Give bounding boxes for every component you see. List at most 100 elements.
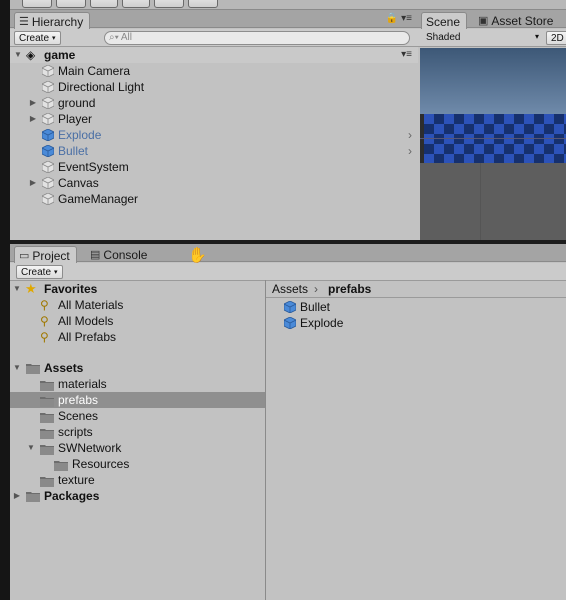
tab-console[interactable]: ▤ Console: [86, 246, 153, 263]
project-content-area: Assets › prefabs Bullet Explode: [266, 281, 566, 600]
hierarchy-item-label: Explode: [58, 128, 102, 142]
shading-dropdown-arrow-icon: ▾: [535, 32, 540, 41]
hierarchy-item-label: GameManager: [58, 192, 139, 206]
2d-toggle-button[interactable]: 2D: [546, 31, 566, 45]
console-icon: ▤: [90, 249, 101, 261]
asset-folder-item[interactable]: prefabs: [10, 392, 265, 408]
tab-asset-store[interactable]: ▣ Asset Store: [474, 12, 559, 29]
favorites-row[interactable]: ▼ ★ Favorites: [10, 281, 265, 297]
scene-tabbar: Scene ▣ Asset Store: [418, 10, 566, 29]
tab-hierarchy-label: Hierarchy: [31, 14, 84, 29]
hierarchy-item-label: ground: [58, 96, 96, 110]
hierarchy-item[interactable]: ▶ Canvas: [10, 175, 418, 191]
rect-tool-button[interactable]: [154, 0, 184, 8]
prefab-open-chevron-icon[interactable]: ›: [408, 143, 412, 159]
scale-tool-button[interactable]: [122, 0, 150, 8]
search-favorite-icon: ⚲: [40, 298, 49, 312]
expand-arrow-icon[interactable]: ▶: [28, 111, 38, 127]
asset-folder-item[interactable]: scripts: [10, 424, 265, 440]
asset-folder-label: SWNetwork: [58, 441, 122, 455]
hand-tool-button[interactable]: [22, 0, 52, 8]
hierarchy-item[interactable]: EventSystem: [10, 159, 418, 175]
gameobject-cube-icon: [41, 112, 55, 126]
list-icon: ☰: [19, 15, 29, 28]
hierarchy-create-button[interactable]: Create ▾: [14, 31, 61, 45]
asset-folder-label: Resources: [72, 457, 130, 471]
project-create-button[interactable]: Create ▾: [16, 265, 63, 279]
favorite-item[interactable]: ⚲ All Prefabs: [10, 329, 265, 345]
hierarchy-item[interactable]: Main Camera: [10, 63, 418, 79]
prefab-file-label: Bullet: [300, 300, 331, 314]
tab-scene[interactable]: Scene: [421, 12, 468, 29]
scene-root-row[interactable]: ▼ ◈ game ▾≡: [10, 47, 418, 63]
gameobject-cube-icon: [41, 176, 55, 190]
expand-arrow-icon[interactable]: ▼: [13, 47, 23, 63]
project-splitter[interactable]: [265, 280, 266, 600]
expand-arrow-icon[interactable]: ▼: [26, 440, 36, 456]
hierarchy-search-input[interactable]: ⌕▾ All: [104, 31, 410, 45]
scene-sky: [420, 48, 566, 114]
favorite-item[interactable]: ⚲ All Materials: [10, 297, 265, 313]
expand-arrow-icon[interactable]: ▶: [28, 95, 38, 111]
tab-project[interactable]: ▭ Project: [14, 246, 77, 263]
favorite-item-label: All Models: [58, 314, 114, 328]
asset-folder-item[interactable]: materials: [10, 376, 265, 392]
favorite-item[interactable]: ⚲ All Models: [10, 313, 265, 329]
unity-scene-icon: ◈: [26, 48, 36, 62]
expand-arrow-icon[interactable]: ▼: [12, 360, 22, 376]
project-panel: ▭ Project ▤ Console ✋ Create ▾ ▼ ★ Favor…: [10, 244, 566, 600]
hierarchy-item[interactable]: Directional Light: [10, 79, 418, 95]
transform-tool-button[interactable]: [188, 0, 218, 8]
breadcrumb-separator-icon: ›: [314, 282, 318, 296]
prefab-cube-icon: [41, 128, 55, 142]
hierarchy-item[interactable]: ▶ ground: [10, 95, 418, 111]
folder-icon: [40, 379, 54, 391]
main-toolbar: [10, 0, 566, 10]
panel-menu-icon[interactable]: ▾≡: [401, 13, 412, 24]
search-favorite-icon: ⚲: [40, 330, 49, 344]
asset-folder-item[interactable]: Scenes: [10, 408, 265, 424]
folder-icon: [40, 475, 54, 487]
scene-panel: Scene ▣ Asset Store Shaded ▾ 2D: [418, 10, 566, 240]
asset-folder-item[interactable]: Resources: [10, 456, 265, 472]
folder-icon: [40, 395, 54, 407]
hierarchy-item-label: Canvas: [58, 176, 99, 190]
tab-asset-store-label: Asset Store: [491, 14, 554, 28]
prefab-open-chevron-icon[interactable]: ›: [408, 127, 412, 143]
hierarchy-item[interactable]: Explode ›: [10, 127, 418, 143]
scene-viewport[interactable]: [420, 48, 566, 240]
scene-name: game: [44, 48, 76, 62]
collapse-arrow-icon[interactable]: ▶: [12, 488, 22, 504]
scene-menu-icon[interactable]: ▾≡: [401, 47, 412, 63]
move-tool-button[interactable]: [56, 0, 86, 8]
breadcrumb-root[interactable]: Assets: [272, 281, 308, 297]
folder-icon: [54, 459, 68, 471]
search-placeholder: All: [120, 32, 132, 43]
breadcrumb-current[interactable]: prefabs: [328, 281, 371, 297]
search-favorite-icon: ⚲: [40, 314, 49, 328]
asset-folder-label: texture: [58, 473, 95, 487]
hierarchy-item-label: EventSystem: [58, 160, 129, 174]
shading-mode-dropdown[interactable]: Shaded: [426, 31, 460, 45]
expand-arrow-icon[interactable]: ▼: [12, 281, 22, 297]
asset-folder-item[interactable]: texture: [10, 472, 265, 488]
asset-folder-item[interactable]: ▼ SWNetwork: [10, 440, 265, 456]
assets-label: Assets: [44, 361, 84, 375]
hierarchy-tabbar: ☰ Hierarchy 🔒 ▾≡: [10, 10, 418, 29]
hierarchy-item[interactable]: ▶ Player: [10, 111, 418, 127]
assets-row[interactable]: ▼ Assets: [10, 360, 265, 376]
store-icon: ▣: [478, 15, 489, 27]
packages-row[interactable]: ▶ Packages: [10, 488, 265, 504]
lock-icon[interactable]: 🔒: [386, 13, 398, 24]
expand-arrow-icon[interactable]: ▶: [28, 175, 38, 191]
rotate-tool-button[interactable]: [90, 0, 118, 8]
gameobject-cube-icon: [41, 160, 55, 174]
project-tabbar: ▭ Project ▤ Console ✋: [10, 244, 566, 264]
tab-hierarchy[interactable]: ☰ Hierarchy: [14, 12, 91, 29]
hierarchy-item[interactable]: GameManager: [10, 191, 418, 207]
prefab-file-label: Explode: [300, 316, 344, 330]
hierarchy-item[interactable]: Bullet ›: [10, 143, 418, 159]
star-icon: ★: [25, 281, 37, 296]
asset-folder-label: Scenes: [58, 409, 99, 423]
gameobject-cube-icon: [41, 64, 55, 78]
